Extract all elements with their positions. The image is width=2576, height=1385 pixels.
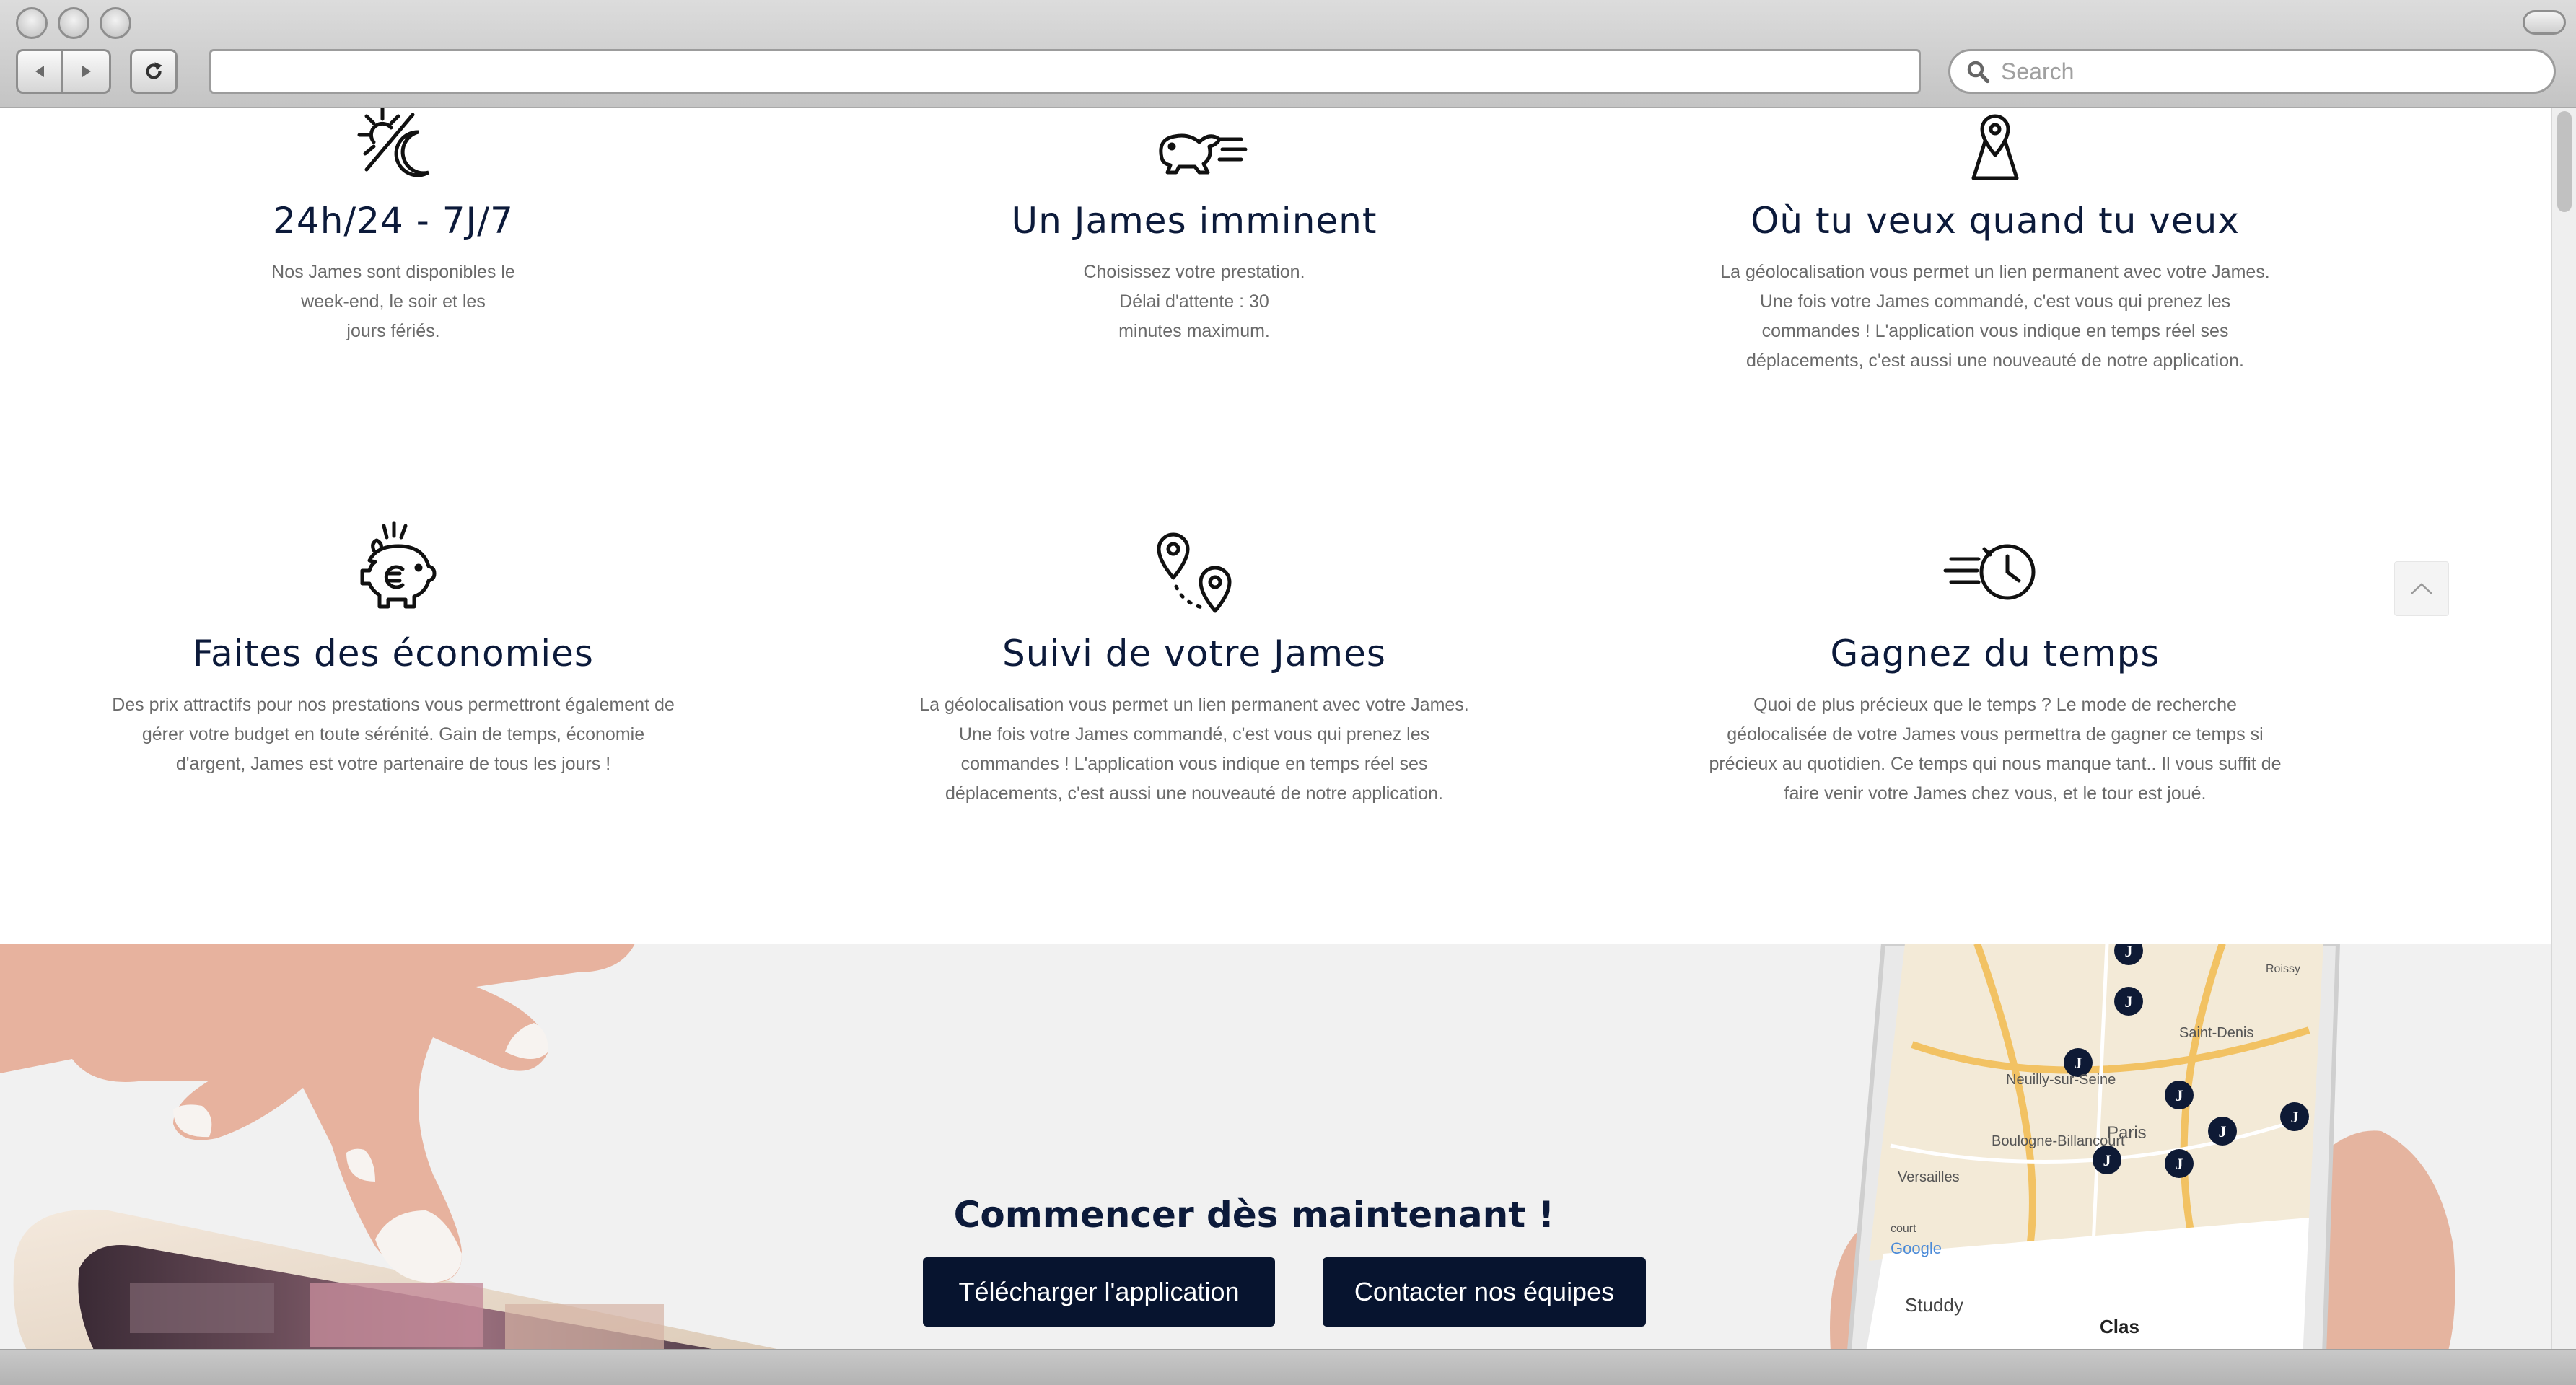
feature-title: Suivi de votre James <box>1002 633 1386 674</box>
map-marker-label: J <box>2176 1155 2183 1173</box>
close-window-button[interactable] <box>16 7 48 39</box>
address-bar[interactable] <box>209 49 1921 94</box>
map-marker-label: J <box>2219 1122 2227 1140</box>
forward-button[interactable] <box>63 49 111 94</box>
navigation-buttons <box>16 49 178 94</box>
back-arrow-icon <box>35 66 44 77</box>
maximize-window-button[interactable] <box>100 7 131 39</box>
back-button[interactable] <box>16 49 63 94</box>
sun-moon-icon <box>357 108 430 177</box>
window-controls <box>16 7 131 39</box>
feature-save-time: Gagnez du temps Quoi de plus précieux qu… <box>1620 516 2370 809</box>
feature-imminent: Un James imminent Choisissez votre prest… <box>819 108 1569 346</box>
map-label: Neuilly-sur-Seine <box>2006 1072 2116 1088</box>
map-marker-label: J <box>2103 1151 2111 1169</box>
reload-button[interactable] <box>130 49 178 94</box>
page-content: 24h/24 - 7J/7 Nos James sont disponibles… <box>0 108 2551 1349</box>
feature-title: Faites des économies <box>193 633 594 674</box>
browser-status-bar <box>0 1349 2576 1385</box>
map-marker-label: J <box>2291 1108 2299 1126</box>
feature-savings: Faites des économies Des prix attractifs… <box>18 516 768 779</box>
map-marker-label: J <box>2125 944 2133 960</box>
chevron-up-icon <box>2411 583 2432 594</box>
search-icon <box>1967 61 1990 84</box>
scroll-to-top-button[interactable] <box>2394 561 2449 616</box>
feature-anywhere: Où tu veux quand tu veux La géolocalisat… <box>1620 108 2370 376</box>
euro-piggy-bank-icon <box>360 521 437 609</box>
search-input[interactable]: Search <box>1948 49 2556 94</box>
map-marker-label: J <box>2075 1054 2082 1072</box>
map-label: Google <box>1891 1239 1942 1257</box>
map-label: Versailles <box>1898 1169 1960 1185</box>
fast-clock-icon <box>1943 544 2036 600</box>
download-app-button[interactable]: Télécharger l'application <box>923 1257 1275 1327</box>
feature-description: Nos James sont disponibles le week-end, … <box>271 262 515 341</box>
map-label: Clas <box>2100 1316 2139 1337</box>
map-label: Saint-Denis <box>2179 1025 2253 1041</box>
feature-tracking: Suivi de votre James La géolocalisation … <box>819 516 1569 809</box>
scrollbar-thumb[interactable] <box>2557 111 2572 212</box>
vertical-scrollbar[interactable] <box>2551 108 2576 1349</box>
search-placeholder: Search <box>2001 58 2075 84</box>
route-pins-icon <box>1157 532 1232 613</box>
feature-description: Quoi de plus précieux que le temps ? Le … <box>1709 695 2282 804</box>
feature-title: Gagnez du temps <box>1830 633 2160 674</box>
minimize-window-button[interactable] <box>58 7 89 39</box>
cta-title: Commencer dès maintenant ! <box>953 1194 1555 1236</box>
phone-map-image: J J J J J J J J Saint-Denis Neuilly-sur-… <box>1830 944 2455 1349</box>
browser-toolbar: Search <box>0 0 2576 108</box>
cta-buttons: Télécharger l'application Contacter nos … <box>923 1257 1646 1327</box>
reload-icon <box>146 62 162 79</box>
feature-title: Où tu veux quand tu veux <box>1751 200 2240 242</box>
feature-title: Un James imminent <box>1011 200 1377 242</box>
feature-description: La géolocalisation vous permet un lien p… <box>1720 262 2270 371</box>
forward-arrow-icon <box>82 66 91 77</box>
toolbar-toggle-button[interactable] <box>2523 10 2566 35</box>
map-pin-icon <box>1971 114 2019 180</box>
map-label: Roissy <box>2266 963 2300 975</box>
hand-on-phone-image <box>0 944 777 1349</box>
contact-team-button[interactable]: Contacter nos équipes <box>1323 1257 1646 1327</box>
feature-description: Choisissez votre prestation. Délai d'att… <box>1083 262 1305 341</box>
fast-rabbit-icon <box>1159 133 1248 175</box>
map-marker-label: J <box>2125 993 2133 1011</box>
feature-availability: 24h/24 - 7J/7 Nos James sont disponibles… <box>18 108 768 346</box>
feature-title: 24h/24 - 7J/7 <box>273 200 514 242</box>
feature-description: Des prix attractifs pour nos prestations… <box>112 695 675 774</box>
feature-description: La géolocalisation vous permet un lien p… <box>919 695 1469 804</box>
map-label: Studdy <box>1905 1294 1963 1316</box>
map-label: Boulogne-Billancourt <box>1992 1133 2125 1149</box>
map-marker-label: J <box>2176 1086 2183 1104</box>
